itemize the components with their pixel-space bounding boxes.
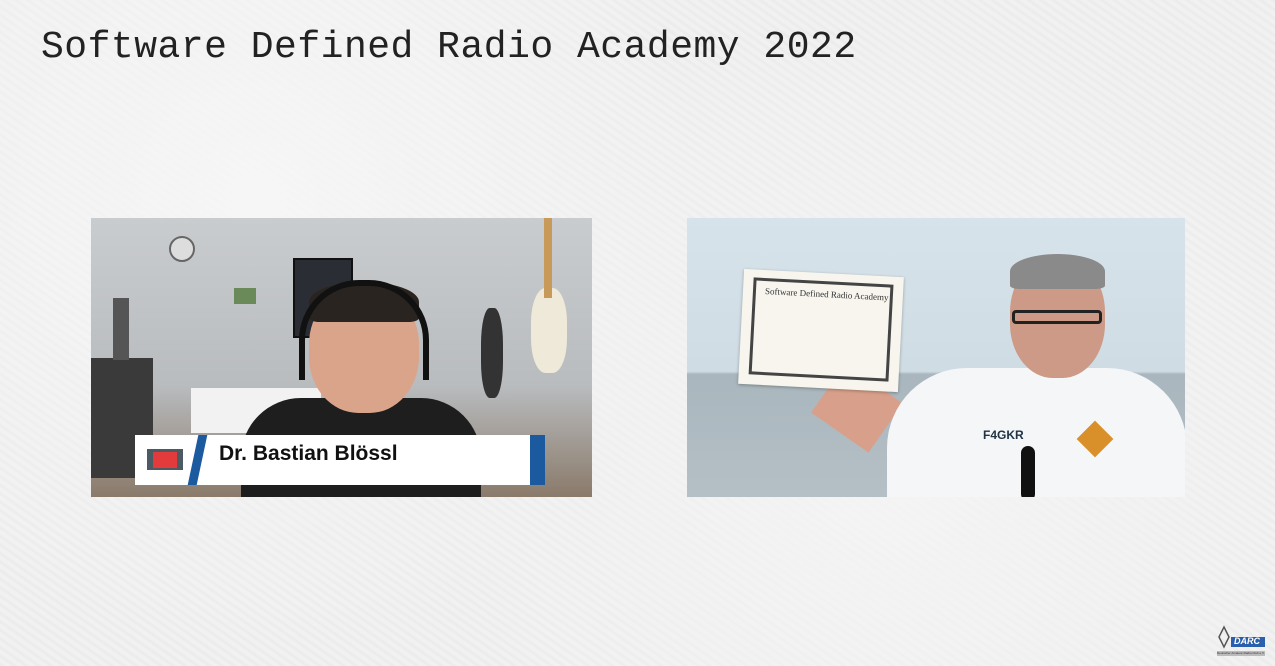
stove-pipe bbox=[113, 298, 129, 360]
wall-clock bbox=[169, 236, 195, 262]
ham-radio-logo bbox=[147, 449, 183, 470]
speaker-name-plate: Dr. Bastian Blössl bbox=[135, 435, 545, 485]
speaker-name: Dr. Bastian Blössl bbox=[219, 442, 398, 465]
plate-bar bbox=[530, 435, 545, 485]
small-picture bbox=[234, 288, 256, 304]
speaker-video-left: Dr. Bastian Blössl bbox=[91, 218, 592, 497]
man-shirt bbox=[887, 368, 1185, 497]
darc-logo-subtext: Deutscher Amateur-Radio-Club e.V. bbox=[1217, 651, 1265, 655]
glasses bbox=[1012, 310, 1102, 324]
man-hair bbox=[1010, 254, 1105, 289]
shirt-text: F4GKR bbox=[983, 428, 1024, 442]
slide-title: Software Defined Radio Academy 2022 bbox=[41, 26, 857, 69]
plate-accent bbox=[187, 435, 208, 485]
certificate: Software Defined Radio Academy bbox=[738, 268, 904, 393]
darc-logo: DARC Deutscher Amateur-Radio-Club e.V. bbox=[1215, 625, 1267, 659]
headset-icon bbox=[299, 280, 429, 380]
guitar-dark bbox=[481, 308, 503, 398]
microphone-icon bbox=[1021, 446, 1035, 497]
darc-logo-text: DARC bbox=[1234, 636, 1260, 646]
guitar-neck bbox=[544, 218, 552, 298]
guitar bbox=[531, 288, 567, 373]
speaker-video-right: Software Defined Radio Academy F4GKR bbox=[687, 218, 1185, 497]
